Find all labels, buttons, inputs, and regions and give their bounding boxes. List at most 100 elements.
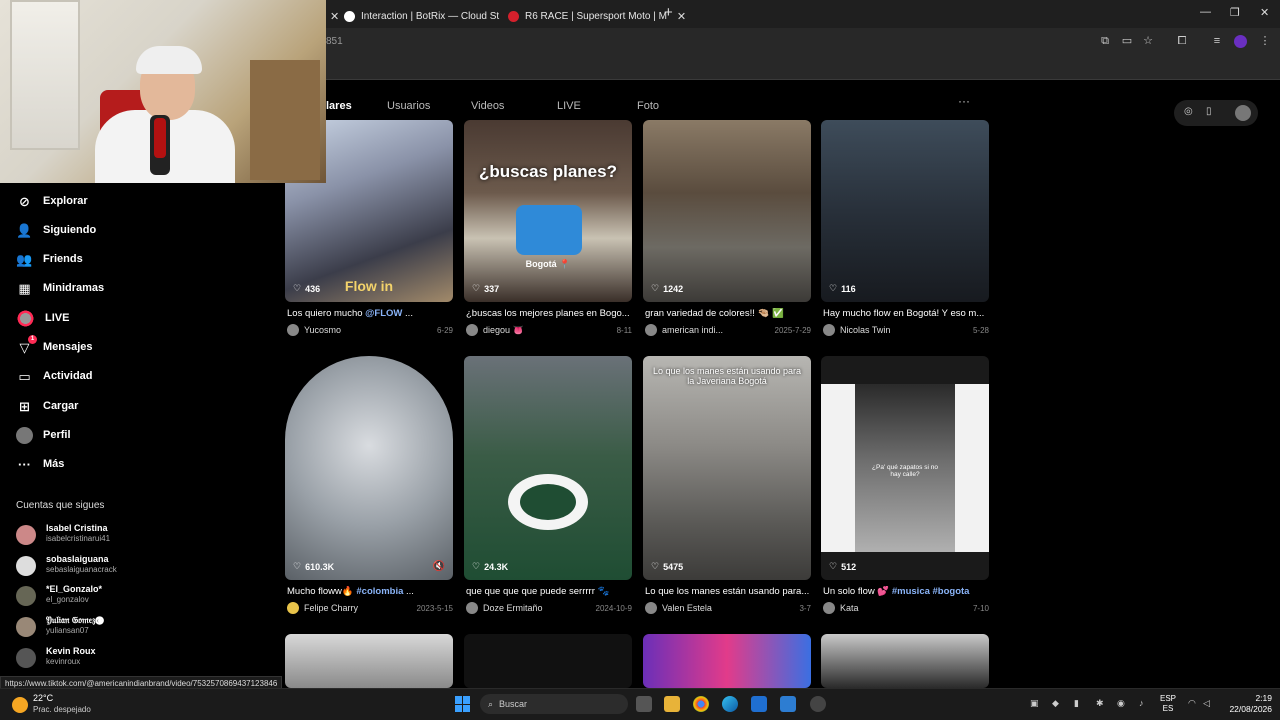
video-caption[interactable]: gran variedad de colores!! 🤏🏼 ✅ xyxy=(645,308,811,319)
video-meta[interactable]: Doze Ermitaño 2024-10-9 xyxy=(466,602,632,614)
video-caption[interactable]: que que que que puede serrrrr 🐾 xyxy=(466,586,632,597)
logo-ring-image xyxy=(520,484,576,520)
close-icon[interactable]: ✕ xyxy=(677,10,686,23)
avatar xyxy=(645,324,657,336)
activity-icon: ▭ xyxy=(18,368,31,384)
sidebar-item-mensajes[interactable]: ▽ 1 Mensajes xyxy=(16,334,93,358)
video-thumbnail[interactable] xyxy=(821,634,989,688)
more-tabs-icon[interactable]: ··· xyxy=(958,94,970,108)
video-meta[interactable]: american indi... 2025-7-29 xyxy=(645,324,811,336)
sidebar-item-mas[interactable]: ··· Más xyxy=(16,453,64,475)
window-close-icon[interactable]: ✕ xyxy=(1260,6,1269,19)
weather-icon[interactable] xyxy=(12,697,28,713)
taskbar-search[interactable]: ⌕ Buscar xyxy=(480,694,628,714)
heart-icon: ♡ xyxy=(651,561,660,571)
video-meta[interactable]: Nicolas Twin 5-28 xyxy=(823,324,989,336)
cast-icon[interactable]: ▭ xyxy=(1120,34,1134,48)
video-caption[interactable]: Un solo flow 💕 #musica #bogota xyxy=(823,586,989,597)
clock[interactable]: 2:19 22/08/2026 xyxy=(1222,693,1272,715)
author-name: american indi... xyxy=(662,325,724,335)
author-name: Valen Estela xyxy=(662,603,712,613)
sidebar-item-explorar[interactable]: ⊘ Explorar xyxy=(16,190,88,212)
task-view-icon[interactable] xyxy=(636,696,652,712)
translate-icon[interactable]: ⧉ xyxy=(1098,34,1112,48)
wifi-icon[interactable]: ◠ xyxy=(1188,698,1196,709)
browser-tab-botrix[interactable]: Interaction | BotRix — Cloud St ✕ xyxy=(336,4,526,28)
tab-live[interactable]: LIVE xyxy=(557,100,581,112)
video-caption[interactable]: Los quiero mucho @FLOW ... xyxy=(287,308,453,319)
sidebar-item-live[interactable]: LIVE xyxy=(16,307,69,329)
video-meta[interactable]: Yucosmo 6-29 xyxy=(287,324,453,336)
url-field[interactable]: 851 xyxy=(326,36,343,47)
sidebar-item-siguiendo[interactable]: 👤 Siguiendo xyxy=(16,219,96,241)
obs-icon[interactable] xyxy=(810,696,826,712)
heart-icon: ♡ xyxy=(472,561,481,571)
weather-temperature[interactable]: 22°C xyxy=(33,693,53,703)
mail-icon[interactable] xyxy=(751,696,767,712)
sidebar-item-perfil[interactable]: Perfil xyxy=(16,424,71,446)
volume-icon[interactable]: ◁ xyxy=(1203,698,1210,709)
sidebar-item-friends[interactable]: 👥 Friends xyxy=(16,248,82,270)
maximize-icon[interactable]: ❐ xyxy=(1230,6,1240,19)
heart-icon: ♡ xyxy=(651,283,660,293)
menu-kebab-icon[interactable]: ⋮ xyxy=(1258,34,1272,48)
like-count: ♡ 24.3K xyxy=(472,561,509,572)
tray-bluetooth-icon[interactable]: ✱ xyxy=(1096,698,1104,709)
extensions-icon[interactable]: ⧠ xyxy=(1175,34,1189,48)
video-meta[interactable]: Kata 7-10 xyxy=(823,602,989,614)
profile-icon xyxy=(16,426,33,444)
video-thumbnail[interactable]: ♡ 1242 xyxy=(643,120,811,302)
tab-users[interactable]: Usuarios xyxy=(387,100,430,112)
webcam-background-shelf xyxy=(250,60,320,180)
windows-start-icon[interactable] xyxy=(455,696,471,712)
edge-icon[interactable] xyxy=(722,696,738,712)
video-meta[interactable]: diegou 👅 8-11 xyxy=(466,324,632,336)
video-thumbnail[interactable] xyxy=(285,634,453,688)
video-thumbnail[interactable]: ♡ 116 xyxy=(821,120,989,302)
video-caption[interactable]: Mucho floww🔥 #colombia ... xyxy=(287,586,453,597)
tray-mic-icon[interactable]: ♪ xyxy=(1139,698,1144,708)
weather-description[interactable]: Prac. despejado xyxy=(33,705,91,714)
video-meta[interactable]: Felipe Charry 2023-5-15 xyxy=(287,602,453,614)
mute-icon[interactable]: 🔇 xyxy=(433,561,445,572)
tab-videos[interactable]: Videos xyxy=(471,100,504,112)
sidebar-item-minidramas[interactable]: ▦ Minidramas xyxy=(16,277,104,299)
video-meta[interactable]: Valen Estela 3-7 xyxy=(645,602,811,614)
video-thumbnail[interactable]: ♡ 24.3K xyxy=(464,356,632,580)
new-tab-button[interactable]: + xyxy=(664,4,673,21)
tray-battery-icon[interactable]: ▮ xyxy=(1074,698,1079,709)
phone-icon[interactable]: ▯ xyxy=(1206,106,1212,117)
video-thumbnail[interactable]: ¿Pa' qué zapatos si no hay calle? ♡ 512 xyxy=(821,356,989,580)
video-caption[interactable]: Hay mucho flow en Bogotá! Y eso m... xyxy=(823,308,989,319)
video-caption[interactable]: ¿buscas los mejores planes en Bogo... xyxy=(466,308,632,319)
bookmark-star-icon[interactable]: ☆ xyxy=(1141,34,1155,48)
coins-icon[interactable]: ◎ xyxy=(1184,106,1193,117)
video-thumbnail[interactable]: ♡ 610.3K 🔇 xyxy=(285,356,453,580)
media-icon[interactable]: ≡ xyxy=(1210,34,1224,48)
tab-top[interactable]: lares xyxy=(326,100,352,112)
sidebar-item-cargar[interactable]: ⊞ Cargar xyxy=(16,395,78,417)
close-icon[interactable]: ✕ xyxy=(330,10,339,23)
tray-nvidia-icon[interactable]: ◆ xyxy=(1052,698,1059,709)
video-date: 7-10 xyxy=(972,603,989,613)
profile-avatar[interactable] xyxy=(1234,35,1247,48)
video-thumbnail[interactable]: Lo que los manes están usando para la Ja… xyxy=(643,356,811,580)
file-explorer-icon[interactable] xyxy=(664,696,680,712)
language-indicator[interactable]: ESP ES xyxy=(1160,694,1176,714)
video-thumbnail[interactable] xyxy=(643,634,811,688)
tray-app-icon[interactable]: ▣ xyxy=(1030,698,1039,709)
thumbnail-location-text: Bogotá 📍 xyxy=(525,259,571,269)
sidebar-item-actividad[interactable]: ▭ Actividad xyxy=(16,365,92,387)
chrome-icon[interactable] xyxy=(693,696,709,712)
store-icon[interactable] xyxy=(780,696,796,712)
tray-security-icon[interactable]: ◉ xyxy=(1117,698,1125,709)
avatar xyxy=(823,324,835,336)
tab-photo[interactable]: Foto xyxy=(637,100,659,112)
account-name: Isabel Cristina xyxy=(46,523,108,533)
minimize-icon[interactable]: — xyxy=(1200,6,1211,18)
tab-title: R6 RACE | Supersport Moto | M xyxy=(525,10,667,22)
avatar[interactable] xyxy=(1235,105,1251,121)
video-thumbnail[interactable] xyxy=(464,634,632,688)
video-caption[interactable]: Lo que los manes están usando para... xyxy=(645,586,811,597)
video-thumbnail[interactable]: ¿buscas planes? Bogotá 📍 ♡ 337 xyxy=(464,120,632,302)
